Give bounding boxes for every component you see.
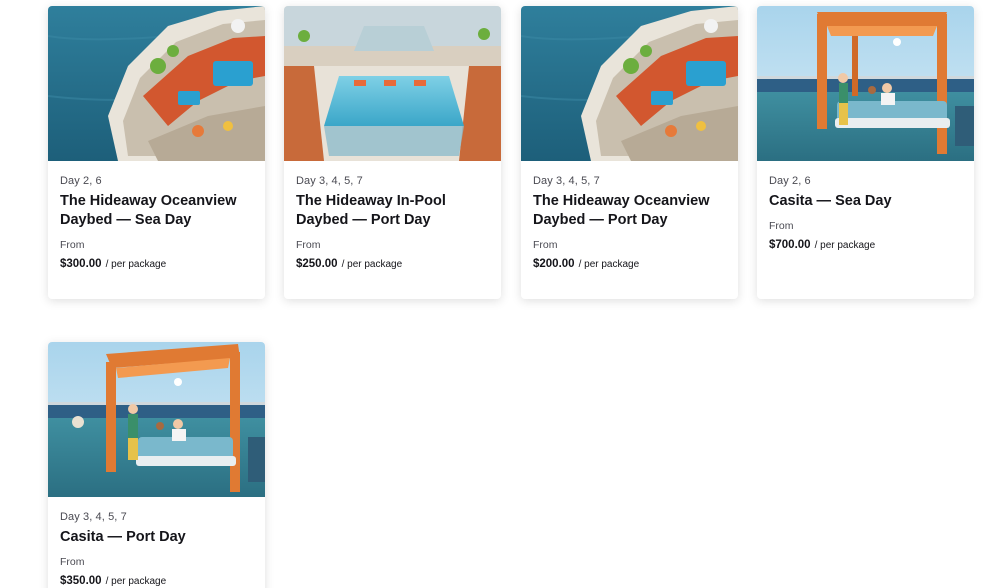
package-card[interactable]: Day 3, 4, 5, 7 The Hideaway Oceanview Da…	[521, 6, 738, 299]
package-price: $250.00	[296, 258, 338, 270]
package-title[interactable]: The Hideaway Oceanview Daybed — Port Day	[533, 192, 726, 230]
sailing-days: Day 3, 4, 5, 7	[296, 175, 363, 187]
package-card[interactable]: Day 2, 6 Casita — Sea Day From $700.00/ …	[757, 6, 974, 299]
sailing-days: Day 3, 4, 5, 7	[533, 175, 600, 187]
package-title[interactable]: The Hideaway In-Pool Daybed — Port Day	[296, 192, 489, 230]
package-card[interactable]: Day 2, 6 The Hideaway Oceanview Daybed —…	[48, 6, 265, 299]
package-price: $200.00	[533, 258, 575, 270]
price-unit: / per package	[578, 259, 640, 270]
ship-deck-oceanview-image	[521, 6, 738, 161]
package-grid: Day 2, 6 The Hideaway Oceanview Daybed —…	[0, 0, 1000, 588]
ship-infinity-pool-image	[284, 6, 501, 161]
package-card[interactable]: Day 3, 4, 5, 7 Casita — Port Day From $3…	[48, 342, 265, 588]
package-title[interactable]: Casita — Port Day	[60, 528, 253, 547]
price-unit: / per package	[105, 259, 167, 270]
price-row: $700.00/ per package	[769, 236, 962, 254]
from-label: From	[533, 239, 558, 251]
package-price: $350.00	[60, 575, 102, 587]
price-row: $350.00/ per package	[60, 572, 253, 588]
from-label: From	[60, 556, 85, 568]
package-price: $700.00	[769, 239, 811, 251]
from-label: From	[60, 239, 85, 251]
casita-cabana-image	[48, 342, 265, 497]
sailing-days: Day 2, 6	[769, 175, 811, 187]
price-unit: / per package	[814, 240, 876, 251]
package-title[interactable]: The Hideaway Oceanview Daybed — Sea Day	[60, 192, 253, 230]
casita-cabana-image	[757, 6, 974, 161]
price-unit: / per package	[341, 259, 403, 270]
from-label: From	[296, 239, 321, 251]
ship-deck-oceanview-image	[48, 6, 265, 161]
price-row: $250.00/ per package	[296, 255, 489, 273]
package-title[interactable]: Casita — Sea Day	[769, 192, 962, 211]
from-label: From	[769, 220, 794, 232]
price-row: $200.00/ per package	[533, 255, 726, 273]
sailing-days: Day 2, 6	[60, 175, 102, 187]
price-row: $300.00/ per package	[60, 255, 253, 273]
package-card[interactable]: Day 3, 4, 5, 7 The Hideaway In-Pool Dayb…	[284, 6, 501, 299]
package-price: $300.00	[60, 258, 102, 270]
price-unit: / per package	[105, 576, 167, 587]
sailing-days: Day 3, 4, 5, 7	[60, 511, 127, 523]
